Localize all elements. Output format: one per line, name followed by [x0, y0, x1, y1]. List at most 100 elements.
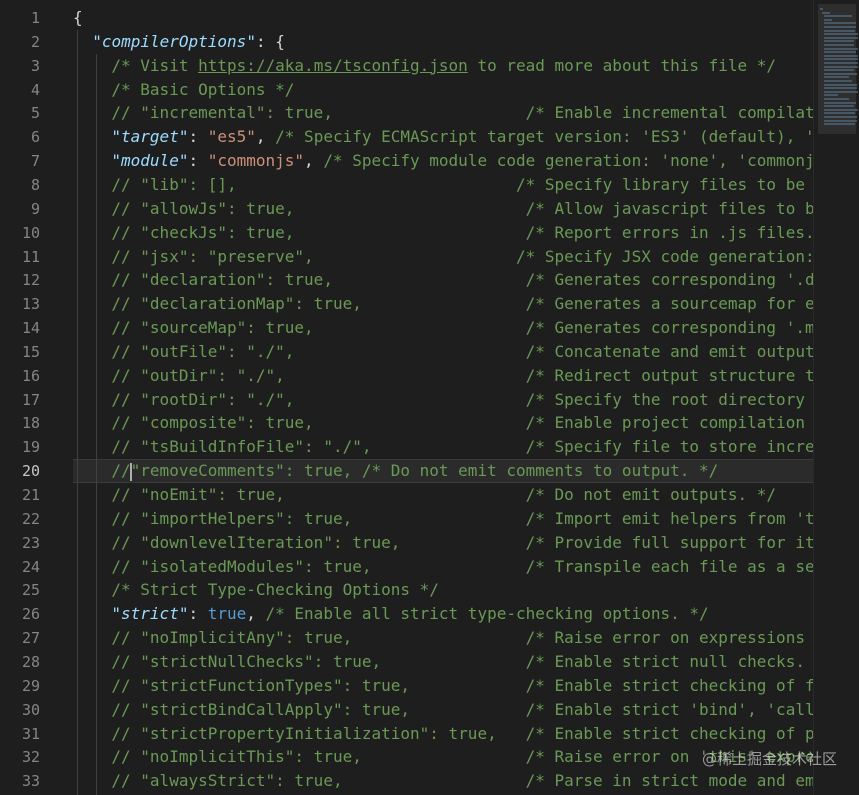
minimap-line: [824, 54, 858, 57]
code-token: // "strictPropertyInitialization": true,…: [111, 723, 813, 743]
code-line[interactable]: "compilerOptions": {: [73, 30, 813, 54]
minimap-line: [824, 44, 855, 46]
code-line[interactable]: // "outFile": "./", /* Concatenate and e…: [73, 340, 813, 364]
code-token: /* Specify ECMAScript target version: 'E…: [275, 127, 813, 147]
line-number: 19: [21, 438, 40, 457]
code-token: true: [207, 604, 247, 624]
code-token: :: [188, 127, 208, 147]
code-token: "es5": [207, 127, 256, 147]
code-line[interactable]: // "tsBuildInfoFile": "./", /* Specify f…: [73, 435, 813, 459]
code-line[interactable]: /* Strict Type-Checking Options */: [73, 578, 813, 602]
code-line[interactable]: // "noImplicitAny": true, /* Raise error…: [73, 626, 813, 650]
code-token: :: [188, 604, 208, 624]
line-number: 28: [21, 652, 40, 671]
code-line[interactable]: // "alwaysStrict": true, /* Parse in str…: [73, 769, 813, 793]
code-line[interactable]: // "outDir": "./", /* Redirect output st…: [73, 364, 813, 388]
minimap-line: [824, 87, 858, 90]
code-line[interactable]: // "rootDir": "./", /* Specify the root …: [73, 388, 813, 412]
code-token: /* Basic Options */: [111, 79, 295, 99]
code-line[interactable]: // "lib": [], /* Specify library files t…: [73, 173, 813, 197]
code-line[interactable]: // "declaration": true, /* Generates cor…: [73, 268, 813, 292]
line-number: 24: [21, 557, 40, 576]
line-number: 5: [30, 104, 40, 123]
code-editor[interactable]: 1 2 3 4 5 6 7 8 9 10 11 12 13 14 15 16 17 18 19 20 21 22 23 24 2…: [0, 0, 859, 795]
code-token: // "outFile": "./", /* Concatenate and e…: [111, 341, 813, 361]
code-token: // "outDir": "./", /* Redirect output st…: [111, 365, 813, 385]
minimap-line: [824, 116, 858, 118]
code-token: to read more about this file */: [467, 55, 777, 75]
code-line[interactable]: // "strictBindCallApply": true, /* Enabl…: [73, 698, 813, 722]
code-token: // "isolatedModules": true, /* Transpile…: [111, 556, 813, 576]
line-number: 2: [30, 32, 40, 51]
line-number: 14: [21, 319, 40, 338]
line-number: 18: [21, 414, 40, 433]
line-number: 21: [21, 486, 40, 504]
code-token: "strict": [111, 604, 189, 624]
line-number: 7: [30, 152, 40, 171]
code-line[interactable]: // "composite": true, /* Enable project …: [73, 411, 813, 435]
code-token: // "declaration": true, /* Generates cor…: [111, 270, 813, 290]
line-number: 10: [21, 223, 40, 242]
current-code-line[interactable]: //"removeComments": true, /* Do not emit…: [73, 459, 813, 484]
code-token: // "rootDir": "./", /* Specify the root …: [111, 389, 805, 409]
minimap-line: [824, 105, 854, 108]
code-token: : {: [255, 31, 285, 51]
code-line[interactable]: // "downlevelIteration": true, /* Provid…: [73, 531, 813, 555]
minimap-line: [824, 80, 852, 82]
code-line[interactable]: // "incremental": true, /* Enable increm…: [73, 101, 813, 125]
code-line[interactable]: // "checkJs": true, /* Report errors in …: [73, 221, 813, 245]
minimap-line: [824, 15, 852, 18]
code-token: /* Strict Type-Checking Options */: [111, 580, 439, 600]
code-line[interactable]: // "jsx": "preserve", /* Specify JSX cod…: [73, 245, 813, 269]
code-token: // "sourceMap": true, /* Generates corre…: [111, 318, 813, 338]
line-number: 17: [21, 390, 40, 409]
minimap-line: [824, 69, 854, 72]
line-number: 13: [21, 295, 40, 314]
minimap-line: [824, 18, 832, 21]
line-number: 1: [30, 9, 40, 27]
code-line[interactable]: "target": "es5", /* Specify ECMAScript t…: [73, 125, 813, 149]
code-line[interactable]: // "isolatedModules": true, /* Transpile…: [73, 555, 813, 579]
code-line[interactable]: /* Basic Options */: [73, 78, 813, 102]
code-line[interactable]: // "strictPropertyInitialization": true,…: [73, 722, 813, 746]
minimap[interactable]: [813, 0, 859, 795]
line-number: 30: [21, 700, 40, 719]
code-token: "target": [111, 127, 189, 147]
line-number: 25: [21, 581, 40, 600]
code-token: // "jsx": "preserve", /* Specify JSX cod…: [111, 246, 813, 266]
minimap-line: [824, 51, 856, 54]
code-area[interactable]: { "compilerOptions": {/* Visit https://ak…: [73, 0, 813, 795]
minimap-line: [824, 58, 858, 61]
code-token: "removeComments": true, /* Do not emit c…: [130, 461, 719, 481]
line-number-gutter: 1 2 3 4 5 6 7 8 9 10 11 12 13 14 15 16 17 18 19 20 21 22 23 24 2…: [0, 0, 58, 795]
line-number: 22: [21, 509, 40, 528]
minimap-line: [824, 40, 855, 43]
minimap-line: [824, 76, 850, 79]
code-line[interactable]: // "strictNullChecks": true, /* Enable s…: [73, 650, 813, 674]
code-token: // "composite": true, /* Enable project …: [111, 413, 813, 433]
minimap-line: [824, 83, 857, 86]
indent-guide: [96, 53, 98, 795]
code-line[interactable]: "module": "commonjs", /* Specify module …: [73, 149, 813, 173]
code-line[interactable]: {: [73, 6, 813, 30]
line-number: 26: [21, 605, 40, 624]
line-number: 33: [21, 772, 40, 791]
line-number: 29: [21, 676, 40, 695]
code-line[interactable]: // "allowJs": true, /* Allow javascript …: [73, 197, 813, 221]
code-line[interactable]: // "sourceMap": true, /* Generates corre…: [73, 316, 813, 340]
line-number: 16: [21, 366, 40, 385]
code-token: // "incremental": true, /* Enable increm…: [111, 103, 813, 123]
code-line[interactable]: "strict": true, /* Enable all strict typ…: [73, 602, 813, 626]
code-line[interactable]: // "noEmit": true, /* Do not emit output…: [73, 483, 813, 507]
code-token: ,: [304, 151, 324, 171]
code-token: // "checkJs": true, /* Report errors in …: [111, 222, 813, 242]
code-token: // "noImplicitAny": true, /* Raise error…: [111, 628, 813, 648]
code-token: {: [73, 8, 83, 27]
code-line[interactable]: // "declarationMap": true, /* Generates …: [73, 292, 813, 316]
code-line[interactable]: // "strictFunctionTypes": true, /* Enabl…: [73, 674, 813, 698]
code-token: ,: [255, 127, 276, 147]
code-line[interactable]: // "importHelpers": true, /* Import emit…: [73, 507, 813, 531]
code-line[interactable]: /* Visit https://aka.ms/tsconfig.json to…: [73, 54, 813, 78]
watermark: @稀土掘金技术社区: [701, 750, 837, 768]
minimap-line: [822, 11, 830, 14]
